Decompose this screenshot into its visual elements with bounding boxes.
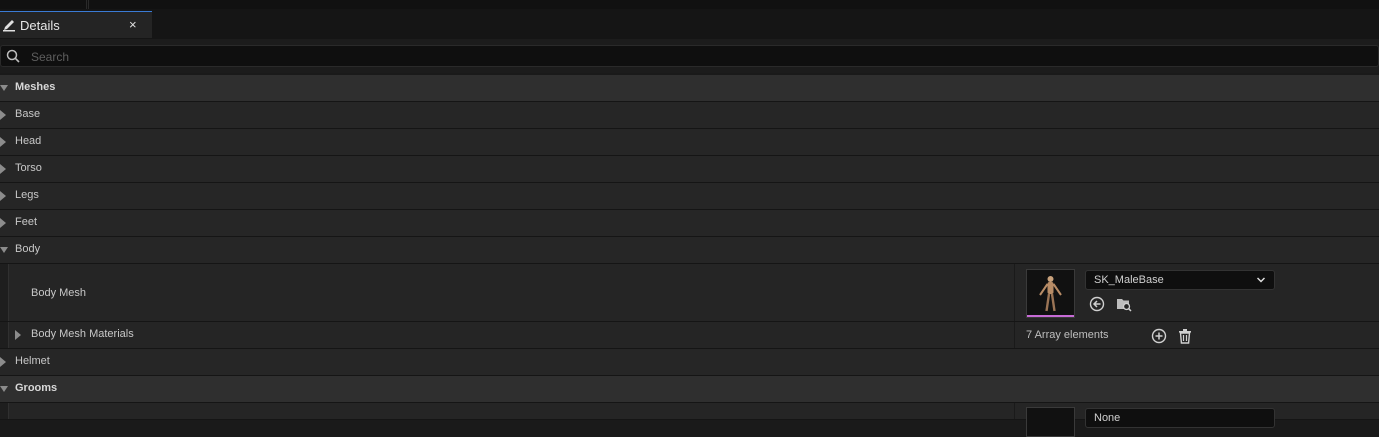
expand-arrow-icon — [0, 218, 6, 228]
close-icon[interactable]: × — [129, 17, 137, 32]
asset-picker-value: None — [1094, 412, 1121, 424]
section-body[interactable]: Body — [0, 237, 1379, 264]
section-label: Torso — [15, 162, 42, 174]
collapse-arrow-icon — [0, 386, 8, 392]
browse-folder-icon[interactable] — [1116, 296, 1132, 312]
tab-bar — [0, 9, 1379, 39]
groom-asset-picker-combo[interactable]: None — [1085, 408, 1275, 428]
category-meshes[interactable]: Meshes — [0, 75, 1379, 102]
array-count: 7 Array elements — [1026, 329, 1109, 341]
top-strip-segment — [0, 0, 87, 9]
top-strip — [0, 0, 1379, 9]
indent-bar — [0, 322, 9, 348]
column-splitter[interactable] — [1014, 264, 1015, 321]
section-feet[interactable]: Feet — [0, 210, 1379, 237]
property-row-body-mesh-materials[interactable]: Body Mesh Materials — [0, 322, 1379, 349]
asset-picker-combo[interactable]: SK_MaleBase — [1085, 270, 1275, 290]
section-label: Legs — [15, 189, 39, 201]
tab-details[interactable]: Details × — [0, 11, 152, 38]
property-label: Body Mesh Materials — [31, 328, 134, 340]
column-splitter[interactable] — [1014, 403, 1015, 419]
category-grooms[interactable]: Grooms — [0, 376, 1379, 403]
character-figure-icon — [1039, 276, 1062, 312]
section-helmet[interactable]: Helmet — [0, 349, 1379, 376]
search-box[interactable] — [0, 45, 1379, 67]
mesh-thumbnail[interactable] — [1026, 269, 1075, 318]
section-torso[interactable]: Torso — [0, 156, 1379, 183]
expand-arrow-icon — [15, 330, 21, 340]
section-label: Base — [15, 108, 41, 120]
section-base[interactable]: Base — [0, 102, 1379, 129]
column-splitter[interactable] — [1014, 322, 1015, 348]
trash-icon[interactable] — [1177, 328, 1193, 344]
section-legs[interactable]: Legs — [0, 183, 1379, 210]
indent-bar — [0, 264, 9, 321]
asset-picker-value: SK_MaleBase — [1094, 274, 1164, 286]
groom-thumbnail[interactable] — [1026, 407, 1075, 437]
chevron-down-icon — [1257, 277, 1265, 283]
expand-arrow-icon — [0, 137, 6, 147]
collapse-arrow-icon — [0, 85, 8, 91]
indent-bar — [0, 403, 9, 419]
pencil-icon — [3, 20, 15, 32]
section-label: Helmet — [15, 355, 50, 367]
expand-arrow-icon — [0, 357, 6, 367]
section-label: Head — [15, 135, 42, 147]
section-head[interactable]: Head — [0, 129, 1379, 156]
tab-title: Details — [20, 18, 60, 33]
expand-arrow-icon — [0, 164, 6, 174]
add-element-icon[interactable] — [1151, 328, 1167, 344]
expand-arrow-icon — [0, 191, 6, 201]
top-strip-divider — [87, 0, 89, 9]
collapse-arrow-icon — [0, 247, 8, 253]
asset-type-bar — [1027, 315, 1074, 317]
expand-arrow-icon — [0, 110, 6, 120]
category-label: Grooms — [15, 382, 58, 394]
section-label: Feet — [15, 216, 38, 228]
section-label: Body — [15, 243, 41, 255]
property-label: Body Mesh — [31, 287, 87, 299]
use-selected-arrow-icon[interactable] — [1089, 296, 1105, 312]
category-label: Meshes — [15, 81, 56, 93]
search-icon — [6, 49, 20, 63]
search-input[interactable] — [29, 47, 1333, 67]
